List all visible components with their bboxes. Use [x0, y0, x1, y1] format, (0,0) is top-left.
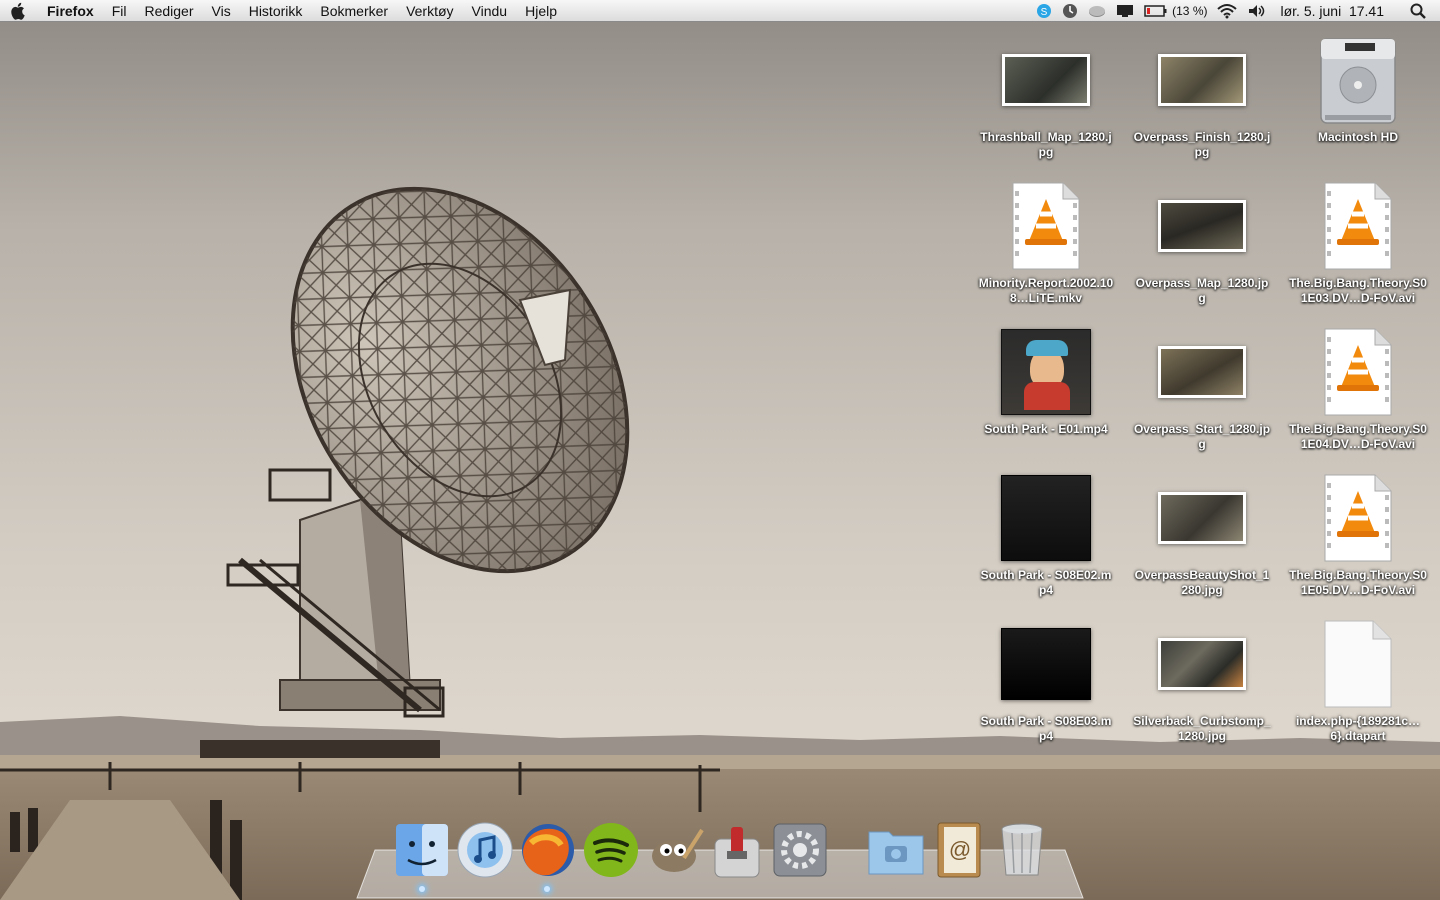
dock-trash-icon[interactable] [992, 820, 1052, 880]
menu-bar: Firefox Fil Rediger Vis Historikk Bokmer… [0, 0, 1440, 22]
hard-drive-icon [1320, 38, 1396, 124]
wifi-icon[interactable] [1212, 0, 1242, 22]
dock-firefox-icon[interactable] [518, 820, 578, 880]
desktop-icon-image[interactable]: Silverback_Curbstomp_1280.jpg [1127, 616, 1277, 744]
menu-bokmerker[interactable]: Bokmerker [311, 0, 397, 22]
app-menu-firefox[interactable]: Firefox [38, 0, 103, 22]
file-name-label: The.Big.Bang.Theory.S01E04.DV…D-FoV.avi [1289, 422, 1427, 451]
file-name-label: index.php-{189281c…6}.dtapart [1295, 714, 1421, 743]
file-name-label: South Park - E01.mp4 [984, 422, 1108, 436]
desktop-icon-image[interactable]: Overpass_Finish_1280.jpg [1127, 32, 1277, 160]
file-name-label: Macintosh HD [1317, 130, 1398, 144]
image-thumbnail [1002, 54, 1090, 106]
running-indicator [544, 886, 550, 892]
file-name-label: Thrashball_Map_1280.jpg [980, 130, 1112, 159]
vlc-cone-icon [1012, 182, 1080, 270]
menu-fil[interactable]: Fil [103, 0, 136, 22]
desktop-icon-document[interactable]: index.php-{189281c…6}.dtapart [1283, 616, 1433, 744]
image-thumbnail [1158, 346, 1246, 398]
dock-finder-icon[interactable] [392, 820, 452, 880]
desktop-icon-video[interactable]: South Park - E01.mp4 [971, 324, 1121, 437]
video-thumbnail [1001, 329, 1091, 415]
desktop-icon-hard-drive[interactable]: Macintosh HD [1283, 32, 1433, 145]
menu-rediger[interactable]: Rediger [135, 0, 202, 22]
desktop-icon-video[interactable]: South Park - S08E03.mp4 [971, 616, 1121, 744]
dock-spotify-icon[interactable] [581, 820, 641, 880]
desktop-icon-video[interactable]: Minority.Report.2002.108…LiTE.mkv [971, 178, 1121, 306]
menu-vindu[interactable]: Vindu [463, 0, 517, 22]
display-icon[interactable] [1111, 0, 1139, 22]
file-name-label: South Park - S08E02.mp4 [980, 568, 1112, 597]
battery-icon[interactable]: (13 %) [1139, 0, 1212, 22]
file-name-label: South Park - S08E03.mp4 [980, 714, 1112, 743]
menu-clock[interactable]: lør. 5. juni 17.41 [1272, 0, 1396, 22]
image-thumbnail [1158, 638, 1246, 690]
desktop-icon-image[interactable]: Thrashball_Map_1280.jpg [971, 32, 1121, 160]
spotlight-search-icon[interactable] [1396, 0, 1440, 22]
skype-status-icon[interactable]: S [1031, 0, 1057, 22]
drive-eject-icon[interactable] [1083, 0, 1111, 22]
dock-pictures-folder-icon[interactable] [866, 820, 926, 880]
video-thumbnail [1001, 475, 1091, 561]
desktop-icon-image[interactable]: Overpass_Map_1280.jpg [1127, 178, 1277, 306]
battery-percent: (13 %) [1172, 4, 1208, 18]
vlc-cone-icon [1324, 182, 1392, 270]
file-name-label: Overpass_Start_1280.jpg [1133, 422, 1271, 451]
blank-document-icon [1324, 620, 1392, 708]
desktop-icon-video[interactable]: The.Big.Bang.Theory.S01E05.DV…D-FoV.avi [1283, 470, 1433, 598]
image-thumbnail [1158, 54, 1246, 106]
file-name-label: The.Big.Bang.Theory.S01E05.DV…D-FoV.avi [1289, 568, 1427, 597]
desktop-icon-video[interactable]: South Park - S08E02.mp4 [971, 470, 1121, 598]
dock-system-preferences-icon[interactable] [770, 820, 830, 880]
dock-itunes-icon[interactable] [455, 820, 515, 880]
vlc-cone-icon [1324, 328, 1392, 416]
image-thumbnail [1158, 492, 1246, 544]
vlc-cone-icon [1324, 474, 1392, 562]
desktop-icon-video[interactable]: The.Big.Bang.Theory.S01E04.DV…D-FoV.avi [1283, 324, 1433, 452]
menu-hjelp[interactable]: Hjelp [516, 0, 566, 22]
running-indicator [419, 886, 425, 892]
dock-transmission-icon[interactable] [707, 820, 767, 880]
dock-address-book-icon[interactable]: @ [929, 820, 989, 880]
file-name-label: Overpass_Finish_1280.jpg [1133, 130, 1271, 159]
time-machine-icon[interactable] [1057, 0, 1083, 22]
desktop-icon-video[interactable]: The.Big.Bang.Theory.S01E03.DV…D-FoV.avi [1283, 178, 1433, 306]
menu-historikk[interactable]: Historikk [240, 0, 312, 22]
file-name-label: OverpassBeautyShot_1280.jpg [1134, 568, 1270, 597]
dock-gimp-icon[interactable] [644, 820, 704, 880]
video-thumbnail [1001, 628, 1091, 700]
desktop-icon-image[interactable]: OverpassBeautyShot_1280.jpg [1127, 470, 1277, 598]
file-name-label: Silverback_Curbstomp_1280.jpg [1133, 714, 1271, 743]
file-name-label: Minority.Report.2002.108…LiTE.mkv [978, 276, 1114, 305]
file-name-label: The.Big.Bang.Theory.S01E03.DV…D-FoV.avi [1289, 276, 1427, 305]
file-name-label: Overpass_Map_1280.jpg [1135, 276, 1269, 305]
svg-text:@: @ [949, 837, 971, 862]
menu-verktoy[interactable]: Verktøy [397, 0, 462, 22]
apple-menu-icon[interactable] [0, 0, 38, 22]
volume-icon[interactable] [1242, 0, 1272, 22]
svg-text:S: S [1041, 7, 1048, 18]
desktop-icon-image[interactable]: Overpass_Start_1280.jpg [1127, 324, 1277, 452]
image-thumbnail [1158, 200, 1246, 252]
status-menus: S (13 %) lør. 5. juni 17.41 [1031, 0, 1440, 22]
menu-vis[interactable]: Vis [203, 0, 240, 22]
